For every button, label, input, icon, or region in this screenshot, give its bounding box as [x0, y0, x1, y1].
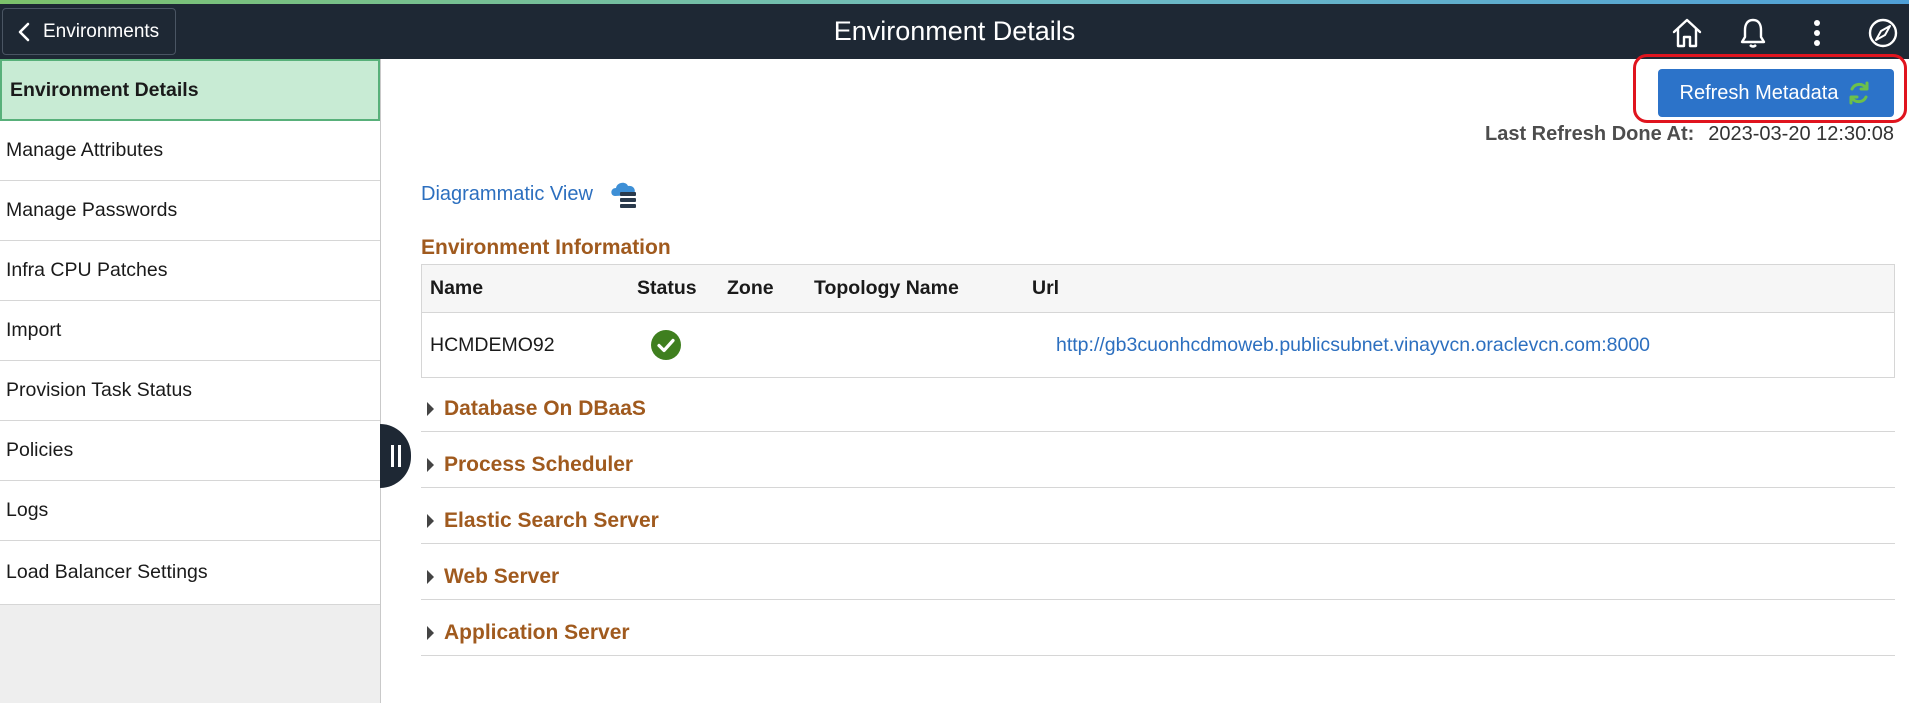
- more-vertical-icon[interactable]: [1800, 16, 1834, 50]
- environment-table: Name Status Zone Topology Name Url HCMDE…: [421, 264, 1895, 378]
- group-label: Web Server: [444, 564, 560, 588]
- group-database-on-dbaas[interactable]: Database On DBaaS: [421, 386, 1895, 432]
- handle-bar: [390, 445, 394, 467]
- diagrammatic-view-label: Diagrammatic View: [421, 182, 593, 205]
- refresh-metadata-button[interactable]: Refresh Metadata: [1658, 69, 1894, 117]
- sidebar-collapse-handle[interactable]: [380, 424, 411, 488]
- expand-triangle-icon: [427, 569, 434, 584]
- expand-triangle-icon: [427, 401, 434, 416]
- environment-information-heading: Environment Information: [421, 236, 671, 259]
- sidebar: Environment Details Manage Attributes Ma…: [0, 59, 381, 703]
- page-title: Environment Details: [833, 16, 1076, 46]
- sidebar-item-manage-attributes[interactable]: Manage Attributes: [0, 121, 380, 181]
- last-refresh-value: 2023-03-20 12:30:08: [1708, 123, 1894, 145]
- cell-status: [650, 313, 682, 377]
- handle-bar: [397, 445, 401, 467]
- cloud-database-icon: [611, 182, 636, 208]
- check-circle-icon: [651, 330, 681, 360]
- group-label: Database On DBaaS: [444, 396, 646, 420]
- diagrammatic-view-link[interactable]: Diagrammatic View: [421, 178, 641, 210]
- refresh-button-label: Refresh Metadata: [1679, 81, 1839, 104]
- header-bar: Environments Environment Details: [0, 4, 1909, 59]
- home-icon[interactable]: [1670, 16, 1704, 50]
- cell-url-link[interactable]: http://gb3cuonhcdmoweb.publicsubnet.vina…: [1056, 313, 1650, 377]
- table-header-row: Name Status Zone Topology Name Url: [422, 265, 1894, 313]
- sidebar-item-manage-passwords[interactable]: Manage Passwords: [0, 181, 380, 241]
- cell-name: HCMDEMO92: [430, 333, 555, 356]
- expand-triangle-icon: [427, 625, 434, 640]
- compass-icon[interactable]: [1866, 16, 1900, 50]
- expand-triangle-icon: [427, 513, 434, 528]
- sidebar-item-infra-cpu-patches[interactable]: Infra CPU Patches: [0, 241, 380, 301]
- sidebar-item-load-balancer-settings[interactable]: Load Balancer Settings: [0, 541, 380, 605]
- group-application-server[interactable]: Application Server: [421, 610, 1895, 656]
- group-label: Process Scheduler: [444, 452, 634, 476]
- column-header-name: Name: [430, 277, 484, 299]
- last-refresh-info: Last Refresh Done At: 2023-03-20 12:30:08: [1485, 123, 1894, 146]
- sidebar-list: Environment Details Manage Attributes Ma…: [0, 59, 380, 605]
- column-header-url: Url: [1032, 277, 1060, 299]
- back-button-label: Environments: [43, 20, 160, 42]
- group-web-server[interactable]: Web Server: [421, 554, 1895, 600]
- sidebar-item-logs[interactable]: Logs: [0, 481, 380, 541]
- group-elastic-search-server[interactable]: Elastic Search Server: [421, 498, 1895, 544]
- group-label: Application Server: [444, 620, 630, 644]
- bell-icon[interactable]: [1736, 16, 1770, 50]
- refresh-icon: [1849, 81, 1869, 105]
- sidebar-item-policies[interactable]: Policies: [0, 421, 380, 481]
- column-header-zone: Zone: [727, 277, 774, 299]
- back-environments-button[interactable]: Environments: [2, 8, 176, 55]
- table-row: HCMDEMO92 http://gb3cuonhcdmoweb.publics…: [422, 313, 1894, 377]
- sidebar-item-import[interactable]: Import: [0, 301, 380, 361]
- group-label: Elastic Search Server: [444, 508, 659, 532]
- sidebar-item-provision-task-status[interactable]: Provision Task Status: [0, 361, 380, 421]
- chevron-left-icon: [18, 22, 30, 41]
- column-header-topology-name: Topology Name: [814, 277, 959, 299]
- sidebar-item-environment-details[interactable]: Environment Details: [0, 59, 380, 121]
- group-process-scheduler[interactable]: Process Scheduler: [421, 442, 1895, 488]
- expand-triangle-icon: [427, 457, 434, 472]
- column-header-status: Status: [637, 277, 697, 299]
- last-refresh-label: Last Refresh Done At:: [1484, 123, 1695, 145]
